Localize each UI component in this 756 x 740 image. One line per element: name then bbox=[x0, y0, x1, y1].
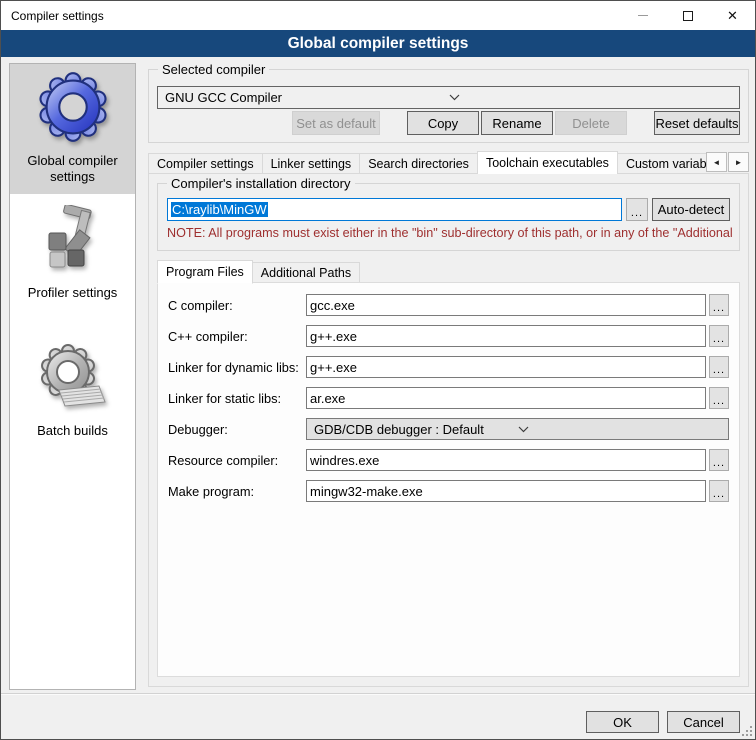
field-row-linker-for-dynamic-libs: Linker for dynamic libs: g++.exe... bbox=[168, 356, 729, 378]
input-value: windres.exe bbox=[310, 453, 379, 468]
browse-linker-for-dynamic-libs-button[interactable]: ... bbox=[709, 356, 729, 378]
minimize-button[interactable] bbox=[620, 1, 665, 30]
close-button[interactable]: ✕ bbox=[710, 1, 755, 30]
field-label: Linker for static libs: bbox=[168, 391, 306, 406]
c-compiler-input[interactable]: gcc.exe bbox=[306, 294, 706, 316]
browse-c-compiler-button[interactable]: ... bbox=[709, 294, 729, 316]
field-label: Make program: bbox=[168, 484, 306, 499]
window-title: Compiler settings bbox=[1, 9, 104, 23]
cancel-button[interactable]: Cancel bbox=[667, 711, 740, 733]
sidebar-item-label: Global compiler settings bbox=[12, 153, 133, 185]
chevron-down-icon bbox=[518, 426, 722, 433]
selected-compiler-group: Selected compiler GNU GCC Compiler Set a… bbox=[148, 69, 749, 143]
browse-make-program-button[interactable]: ... bbox=[709, 480, 729, 502]
sidebar-item-batch-builds[interactable]: Batch builds bbox=[10, 338, 135, 448]
input-value: g++.exe bbox=[310, 329, 357, 344]
close-icon: ✕ bbox=[727, 9, 738, 22]
tab-custom-variables[interactable]: Custom variables bbox=[617, 153, 706, 174]
field-label: Resource compiler: bbox=[168, 453, 306, 468]
field-row-resource-compiler: Resource compiler: windres.exe... bbox=[168, 449, 729, 471]
tab-linker-settings[interactable]: Linker settings bbox=[262, 153, 361, 174]
auto-detect-button[interactable]: Auto-detect bbox=[652, 198, 730, 221]
installation-directory-input[interactable]: C:\raylib\MinGW bbox=[167, 198, 622, 221]
field-label: C compiler: bbox=[168, 298, 306, 313]
set-as-default-button: Set as default bbox=[292, 111, 380, 135]
field-label: Linker for dynamic libs: bbox=[168, 360, 306, 375]
main-tabstrip: Compiler settingsLinker settingsSearch d… bbox=[148, 150, 749, 174]
page-title: Global compiler settings bbox=[1, 30, 755, 57]
note-text: NOTE: All programs must exist either in … bbox=[167, 226, 738, 240]
input-value: gcc.exe bbox=[310, 298, 355, 313]
gear-icon bbox=[12, 69, 133, 148]
input-value: mingw32-make.exe bbox=[310, 484, 423, 499]
minimize-icon bbox=[638, 15, 648, 16]
compiler-select[interactable]: GNU GCC Compiler bbox=[157, 86, 740, 109]
browse-cpp-compiler-button[interactable]: ... bbox=[709, 325, 729, 347]
program-files-panel: C compiler: gcc.exe... C++ compiler: g++.ex… bbox=[157, 282, 740, 677]
browse-directory-button[interactable]: ... bbox=[626, 198, 648, 221]
copy-button[interactable]: Copy bbox=[407, 111, 479, 135]
input-value: ar.exe bbox=[310, 391, 345, 406]
debugger-select[interactable]: GDB/CDB debugger : Default bbox=[306, 418, 729, 440]
make-program-input[interactable]: mingw32-make.exe bbox=[306, 480, 706, 502]
field-label: C++ compiler: bbox=[168, 329, 306, 344]
sidebar-item-label: Batch builds bbox=[12, 423, 133, 439]
linker-for-dynamic-libs-input[interactable]: g++.exe bbox=[306, 356, 706, 378]
tab-compiler-settings[interactable]: Compiler settings bbox=[148, 153, 263, 174]
delete-button: Delete bbox=[555, 111, 627, 135]
installation-directory-row: C:\raylib\MinGW ... Auto-detect bbox=[167, 198, 730, 221]
sidebar-item-profiler-settings[interactable]: Profiler settings bbox=[10, 200, 135, 310]
profiler-caliper-icon bbox=[12, 205, 133, 280]
compiler-actions: Set as default CopyRenameDelete Reset defa… bbox=[157, 111, 740, 135]
field-row-linker-for-static-libs: Linker for static libs: ar.exe... bbox=[168, 387, 729, 409]
compiler-settings-dialog: Compiler settings ✕ Global compiler sett… bbox=[0, 0, 756, 740]
linker-for-static-libs-input[interactable]: ar.exe bbox=[306, 387, 706, 409]
field-row-c-compiler: C compiler: gcc.exe... bbox=[168, 294, 729, 316]
scroll-left-icon: ◄ bbox=[713, 158, 721, 167]
field-label: Debugger: bbox=[168, 422, 306, 437]
program-files-tabstrip: Program FilesAdditional Paths bbox=[157, 259, 359, 283]
group-label: Compiler's installation directory bbox=[167, 176, 355, 191]
field-row-make-program: Make program: mingw32-make.exe... bbox=[168, 480, 729, 502]
sidebar-item-global-compiler-settings[interactable]: Global compiler settings bbox=[10, 64, 135, 194]
resize-grip[interactable] bbox=[741, 725, 753, 737]
titlebar[interactable]: Compiler settings ✕ bbox=[1, 1, 755, 30]
tab-toolchain-executables[interactable]: Toolchain executables bbox=[477, 151, 618, 174]
tab-search-directories[interactable]: Search directories bbox=[359, 153, 478, 174]
installation-directory-group: Compiler's installation directory C:\ray… bbox=[157, 183, 740, 251]
field-row-cpp-compiler: C++ compiler: g++.exe... bbox=[168, 325, 729, 347]
reset-defaults-button[interactable]: Reset defaults bbox=[654, 111, 740, 135]
tab-scroll-right-button[interactable]: ► bbox=[728, 152, 749, 172]
chevron-down-icon bbox=[449, 94, 733, 101]
subtab-program-files[interactable]: Program Files bbox=[157, 260, 253, 284]
tab-scroll-buttons: ◄ ► bbox=[706, 152, 749, 172]
settings-category-list: Global compiler settings Profiler settin… bbox=[9, 63, 136, 690]
resource-compiler-input[interactable]: windres.exe bbox=[306, 449, 706, 471]
maximize-button[interactable] bbox=[665, 1, 710, 30]
batch-builds-icon bbox=[12, 343, 133, 418]
window-controls: ✕ bbox=[620, 1, 755, 30]
footer-divider bbox=[1, 693, 755, 695]
rename-button[interactable]: Rename bbox=[481, 111, 553, 135]
subtab-additional-paths[interactable]: Additional Paths bbox=[252, 262, 360, 283]
compiler-select-value: GNU GCC Compiler bbox=[165, 90, 449, 105]
sidebar-item-label: Profiler settings bbox=[12, 285, 133, 301]
field-row-debugger: Debugger: GDB/CDB debugger : Default bbox=[168, 418, 729, 440]
group-label: Selected compiler bbox=[158, 62, 269, 77]
tab-scroll-left-button[interactable]: ◄ bbox=[706, 152, 727, 172]
browse-resource-compiler-button[interactable]: ... bbox=[709, 449, 729, 471]
maximize-icon bbox=[683, 11, 693, 21]
input-value: g++.exe bbox=[310, 360, 357, 375]
cpp-compiler-input[interactable]: g++.exe bbox=[306, 325, 706, 347]
browse-linker-for-static-libs-button[interactable]: ... bbox=[709, 387, 729, 409]
ok-button[interactable]: OK bbox=[586, 711, 659, 733]
scroll-right-icon: ► bbox=[735, 158, 743, 167]
toolchain-executables-page: Compiler's installation directory C:\ray… bbox=[148, 173, 749, 687]
selected-text: C:\raylib\MinGW bbox=[171, 202, 268, 217]
select-value: GDB/CDB debugger : Default bbox=[314, 422, 518, 437]
